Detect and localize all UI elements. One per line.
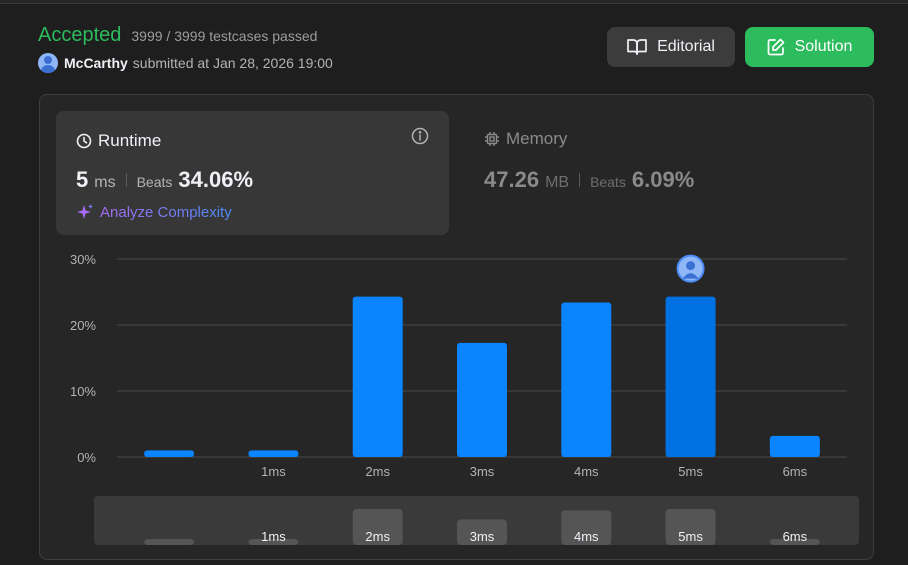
mini-x-label: 1ms <box>261 529 286 544</box>
results-panel: Runtime 5 ms Beats 34.06% Analyze Comple… <box>39 94 874 560</box>
chart-bar[interactable] <box>665 296 716 457</box>
submitted-time: submitted at Jan 28, 2026 19:00 <box>132 55 333 71</box>
x-tick-label: 2ms <box>365 464 390 479</box>
x-tick-label: 5ms <box>678 464 703 479</box>
editorial-label: Editorial <box>657 38 715 55</box>
runtime-distribution-chart[interactable]: 0% 10% 20% 30% 1ms 2ms 3ms 4ms 5ms 6ms 1ms 2ms 3ms 4m… <box>40 95 875 561</box>
mini-x-label: 5ms <box>678 529 703 544</box>
y-tick-label: 10% <box>70 384 96 399</box>
chart-bar[interactable] <box>144 450 195 457</box>
y-tick-label: 0% <box>77 450 96 465</box>
user-name[interactable]: McCarthy <box>64 55 128 71</box>
top-strip <box>0 0 908 4</box>
book-open-icon <box>627 39 647 55</box>
x-tick-label: 4ms <box>574 464 599 479</box>
user-avatar[interactable] <box>38 53 58 73</box>
y-tick-label: 20% <box>70 318 96 333</box>
solution-label: Solution <box>794 38 853 55</box>
chart-bar[interactable] <box>457 342 507 457</box>
user-marker-head <box>686 261 696 271</box>
mini-x-label: 4ms <box>574 529 599 544</box>
x-tick-label: 1ms <box>261 464 286 479</box>
testcases-passed: 3999 / 3999 testcases passed <box>131 28 318 44</box>
mini-x-label: 2ms <box>365 529 390 544</box>
chart-bar[interactable] <box>352 296 403 457</box>
mini-x-label: 6ms <box>783 529 808 544</box>
chart-bar[interactable] <box>561 302 612 457</box>
chart-bar[interactable] <box>769 435 820 457</box>
mini-bar <box>144 539 195 545</box>
chart-bar[interactable] <box>248 450 299 457</box>
x-tick-label: 6ms <box>783 464 808 479</box>
mini-x-label: 3ms <box>470 529 495 544</box>
status-text: Accepted <box>38 24 122 46</box>
y-tick-label: 30% <box>70 252 96 267</box>
solution-button[interactable]: Solution <box>745 27 874 67</box>
submission-header: Accepted 3999 / 3999 testcases passed Mc… <box>38 24 333 73</box>
edit-icon <box>767 38 784 56</box>
x-tick-label: 3ms <box>470 464 495 479</box>
editorial-button[interactable]: Editorial <box>607 27 735 67</box>
